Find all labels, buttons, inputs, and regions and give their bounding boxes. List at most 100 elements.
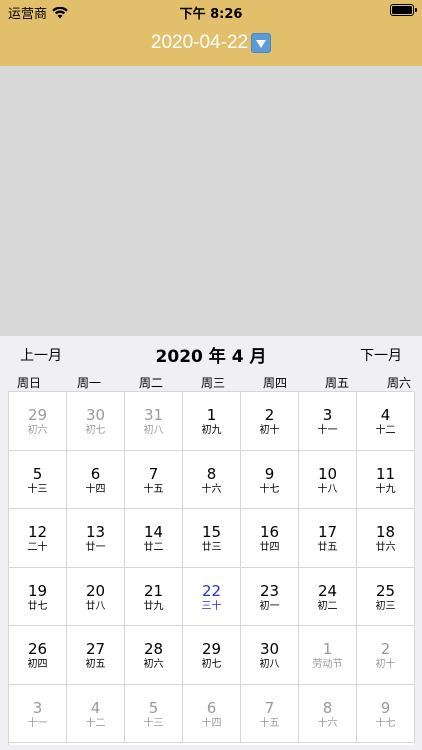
lunar-date: 初三 [375, 600, 396, 612]
calendar-day-cell[interactable]: 6 十四 [183, 684, 241, 743]
lunar-date: 十六 [201, 483, 222, 495]
day-number: 3 [32, 698, 43, 717]
calendar-day-cell[interactable]: 10 十八 [299, 450, 357, 509]
day-number: 5 [148, 698, 159, 717]
calendar-day-cell[interactable]: 4 十二 [67, 684, 125, 743]
calendar-day-cell[interactable]: 8 十六 [183, 450, 241, 509]
day-number: 16 [259, 523, 280, 541]
calendar-day-cell[interactable]: 19 廿七 [9, 567, 67, 626]
lunar-date: 廿九 [143, 600, 164, 612]
calendar-day-cell[interactable]: 18 廿六 [357, 509, 415, 568]
calendar-day-cell[interactable]: 15 廿三 [183, 509, 241, 568]
day-number: 31 [143, 406, 164, 424]
lunar-date: 廿五 [317, 542, 338, 553]
lunar-date: 十七 [259, 483, 280, 495]
lunar-date: 十五 [143, 483, 164, 495]
calendar-day-cell[interactable]: 31 初八 [125, 392, 183, 451]
calendar-day-cell[interactable]: 30 初七 [67, 392, 125, 451]
lunar-date: 劳动节 [312, 659, 343, 670]
day-number: 15 [201, 523, 222, 541]
calendar-day-cell[interactable]: 29 初六 [9, 392, 67, 451]
day-number: 8 [206, 464, 217, 483]
calendar-day-cell[interactable]: 25 初三 [357, 567, 415, 626]
calendar-day-cell[interactable]: 17 廿五 [299, 509, 357, 568]
calendar-day-cell[interactable]: 30 初八 [241, 626, 299, 685]
day-number: 27 [85, 640, 106, 658]
date-picker-toggle[interactable]: 2020-04-22 [0, 32, 422, 54]
calendar-day-cell[interactable]: 5 十三 [125, 684, 183, 743]
day-number: 2 [264, 406, 275, 424]
day-number: 4 [380, 406, 391, 424]
lunar-date: 廿六 [375, 542, 396, 553]
calendar-day-cell[interactable]: 29 初七 [183, 626, 241, 685]
day-number: 1 [322, 640, 333, 658]
calendar-day-cell[interactable]: 2 初十 [241, 392, 299, 451]
calendar-grid: 29 初六 30 初七 31 初八 1 初九 2 初十 3 十一 4 十二 5 十三 6 十四 7 十五 8 十六 9 十七 1… [8, 391, 415, 745]
calendar-day-cell[interactable]: 3 十一 [299, 392, 357, 451]
calendar-day-cell[interactable]: 1 初九 [183, 392, 241, 451]
day-number: 6 [90, 464, 101, 483]
calendar-day-cell[interactable]: 20 廿八 [67, 567, 125, 626]
weekday-label: 周五 [324, 376, 349, 390]
day-number: 7 [148, 464, 159, 483]
calendar-day-cell[interactable]: 21 廿九 [125, 567, 183, 626]
calendar-panel: 上一月 2020 年 4 月 下一月 周日 周一 周二 周三 周四 周五 周六 … [0, 336, 422, 750]
day-number: 17 [317, 523, 338, 541]
lunar-date: 初七 [201, 659, 222, 670]
weekday-label: 周日 [16, 376, 41, 390]
calendar-day-cell[interactable]: 26 初四 [9, 626, 67, 685]
lunar-date: 初八 [143, 425, 164, 436]
status-bar: 运营商 下午 8:26 [0, 0, 422, 22]
day-number: 29 [27, 406, 48, 424]
day-number: 10 [317, 464, 338, 483]
calendar-day-cell[interactable]: 24 初二 [299, 567, 357, 626]
day-number: 6 [206, 698, 217, 717]
battery-level-fill [392, 6, 412, 14]
calendar-day-cell[interactable]: 27 初五 [67, 626, 125, 685]
day-number: 25 [375, 581, 396, 600]
calendar-day-cell[interactable]: 5 十三 [9, 450, 67, 509]
lunar-date: 廿一 [85, 542, 106, 553]
day-number: 5 [32, 464, 43, 483]
day-number: 29 [201, 640, 222, 658]
lunar-date: 初十 [375, 659, 396, 670]
day-number: 24 [317, 581, 338, 600]
lunar-date: 初二 [317, 600, 338, 612]
lunar-date: 初九 [201, 425, 222, 436]
calendar-day-cell[interactable]: 8 十六 [299, 684, 357, 743]
lunar-date: 十三 [27, 483, 48, 495]
calendar-day-cell[interactable]: 13 廿一 [67, 509, 125, 568]
lunar-date: 二十 [27, 542, 48, 553]
calendar-day-cell[interactable]: 4 十二 [357, 392, 415, 451]
lunar-date: 十九 [375, 483, 396, 495]
calendar-day-cell[interactable]: 23 初一 [241, 567, 299, 626]
lunar-date: 初十 [259, 425, 280, 436]
calendar-day-cell[interactable]: 11 十九 [357, 450, 415, 509]
calendar-day-cell[interactable]: 6 十四 [67, 450, 125, 509]
lunar-date: 初四 [27, 659, 48, 670]
day-number: 7 [264, 698, 275, 717]
calendar-day-cell[interactable]: 12 二十 [9, 509, 67, 568]
day-number: 9 [264, 464, 275, 483]
prev-month-button[interactable]: 上一月 [20, 345, 62, 365]
calendar-day-cell[interactable]: 1 劳动节 [299, 626, 357, 685]
lunar-date: 初六 [27, 425, 48, 436]
calendar-day-cell[interactable]: 9 十七 [241, 450, 299, 509]
next-month-button[interactable]: 下一月 [360, 345, 402, 365]
calendar-day-cell[interactable]: 3 十一 [9, 684, 67, 743]
lunar-date: 初五 [85, 659, 106, 670]
calendar-day-cell-today[interactable]: 22 三十 [183, 567, 241, 626]
calendar-day-cell[interactable]: 9 十七 [357, 684, 415, 743]
lunar-date: 十二 [375, 425, 396, 436]
calendar-day-cell[interactable]: 16 廿四 [241, 509, 299, 568]
day-number: 28 [143, 640, 164, 658]
calendar-day-cell[interactable]: 2 初十 [357, 626, 415, 685]
calendar-day-cell[interactable]: 7 十五 [125, 450, 183, 509]
down-arrow-icon [251, 33, 272, 53]
day-number: 4 [90, 698, 101, 717]
calendar-day-cell[interactable]: 28 初六 [125, 626, 183, 685]
day-number: 14 [143, 523, 164, 541]
calendar-day-cell[interactable]: 14 廿二 [125, 509, 183, 568]
day-number: 30 [259, 640, 280, 658]
calendar-day-cell[interactable]: 7 十五 [241, 684, 299, 743]
